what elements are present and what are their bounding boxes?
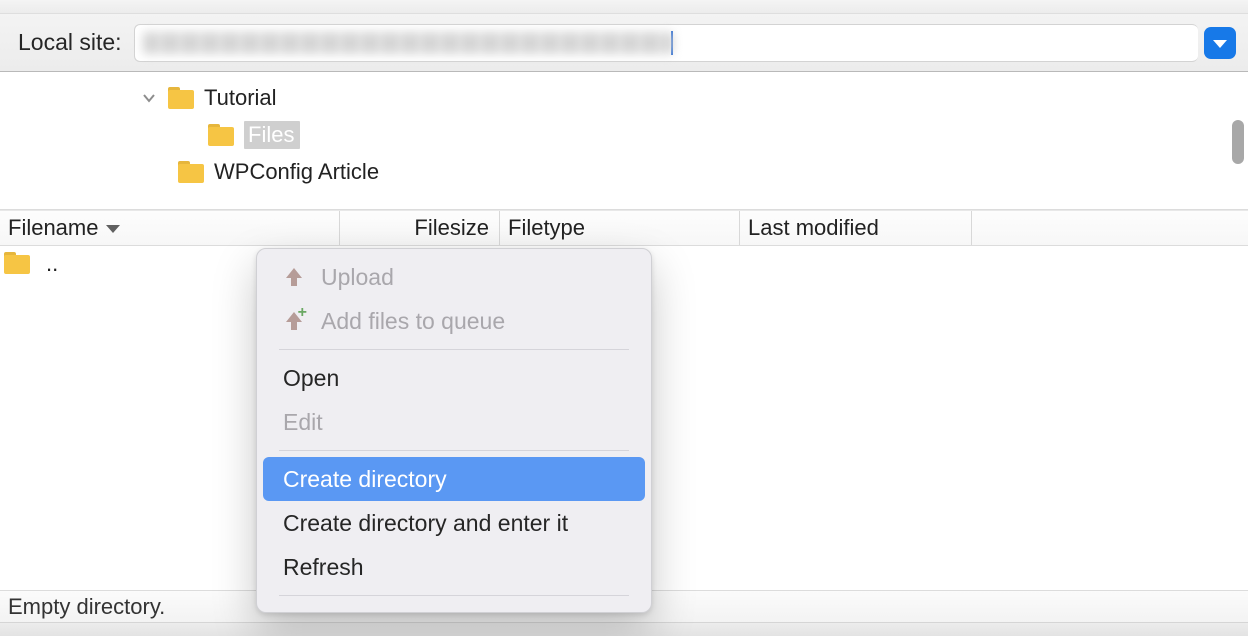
menu-item-create-directory[interactable]: Create directory xyxy=(263,457,645,501)
tree-item-label: Files xyxy=(244,121,300,149)
context-menu: Upload + Add files to queue Open Edit Cr… xyxy=(256,248,652,613)
tree-item[interactable]: To Sort xyxy=(0,72,1248,79)
column-label: Filesize xyxy=(414,215,489,241)
folder-icon xyxy=(4,252,34,276)
folder-icon xyxy=(208,124,234,146)
status-text: Empty directory. xyxy=(8,594,165,620)
menu-item-label: Refresh xyxy=(283,554,364,581)
window-bottom-border xyxy=(0,622,1248,636)
column-header-filesize[interactable]: Filesize xyxy=(340,211,500,245)
menu-item-upload: Upload xyxy=(263,255,645,299)
sort-descending-icon xyxy=(104,221,122,235)
menu-separator xyxy=(279,595,629,596)
tree-scrollbar[interactable] xyxy=(1232,120,1244,164)
folder-icon xyxy=(178,161,204,183)
column-label: Filename xyxy=(8,215,98,241)
local-pane-window: Local site: To Sort xyxy=(0,0,1248,636)
parent-dir-label: .. xyxy=(46,251,58,277)
column-header-filetype[interactable]: Filetype xyxy=(500,211,740,245)
menu-item-edit: Edit xyxy=(263,400,645,444)
local-site-pathbar: Local site: xyxy=(0,14,1248,72)
folder-icon xyxy=(168,87,194,109)
menu-item-open[interactable]: Open xyxy=(263,356,645,400)
filelist-columns-header: Filename Filesize Filetype Last modified xyxy=(0,210,1248,246)
menu-item-add-to-queue: + Add files to queue xyxy=(263,299,645,343)
directory-tree[interactable]: To Sort Tutorial Files WPConfig Article xyxy=(0,72,1248,210)
menu-item-label: Open xyxy=(283,365,339,392)
chevron-down-icon[interactable] xyxy=(140,89,158,107)
local-site-path-blurred xyxy=(143,32,673,54)
menu-item-create-directory-enter[interactable]: Create directory and enter it xyxy=(263,501,645,545)
tree-item-selected[interactable]: Files xyxy=(0,116,1248,153)
window-top-border xyxy=(0,0,1248,14)
upload-icon xyxy=(283,266,305,288)
menu-item-label: Create directory and enter it xyxy=(283,510,568,537)
column-header-lastmodified[interactable]: Last modified xyxy=(740,211,972,245)
menu-separator xyxy=(279,450,629,451)
tree-item[interactable]: Tutorial xyxy=(0,79,1248,116)
local-site-path-combo[interactable] xyxy=(134,23,1236,63)
menu-item-label: Upload xyxy=(321,264,394,291)
column-label: Last modified xyxy=(748,215,879,241)
local-site-label: Local site: xyxy=(18,29,122,56)
menu-item-label: Add files to queue xyxy=(321,308,505,335)
upload-plus-icon: + xyxy=(283,310,305,332)
menu-item-refresh[interactable]: Refresh xyxy=(263,545,645,589)
column-header-filename[interactable]: Filename xyxy=(0,211,340,245)
tree-item-label: To Sort xyxy=(204,72,274,74)
column-label: Filetype xyxy=(508,215,585,241)
tree-item-label: WPConfig Article xyxy=(214,159,379,185)
menu-item-label: Edit xyxy=(283,409,323,436)
menu-item-label: Create directory xyxy=(283,466,447,493)
chevron-down-icon xyxy=(1212,30,1228,56)
path-dropdown-button[interactable] xyxy=(1204,27,1236,59)
menu-separator xyxy=(279,349,629,350)
local-site-path-input[interactable] xyxy=(134,24,1198,62)
tree-item[interactable]: WPConfig Article xyxy=(0,153,1248,190)
tree-item-label: Tutorial xyxy=(204,85,277,111)
